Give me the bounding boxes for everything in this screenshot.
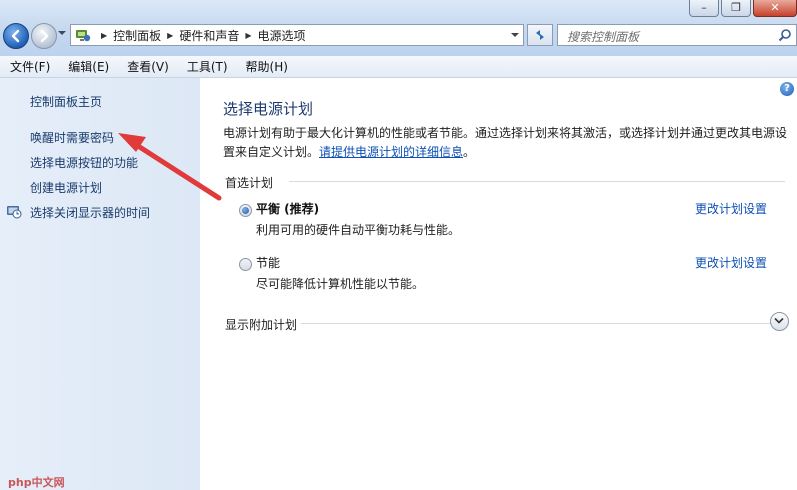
menu-file[interactable]: 文件(F) <box>0 58 58 75</box>
arrow-right-icon <box>40 29 49 43</box>
menu-tools[interactable]: 工具(T) <box>177 58 236 75</box>
address-dropdown[interactable] <box>511 33 519 37</box>
plan-power-saver-description: 尽可能降低计算机性能以节能。 <box>256 277 425 291</box>
breadcrumb-separator[interactable]: ▶ <box>245 31 251 40</box>
chevron-down-icon <box>774 317 784 324</box>
page-description: 电源计划有助于最大化计算机的性能或者节能。通过选择计划来将其激活，或选择计划并通… <box>223 124 793 162</box>
back-button[interactable] <box>3 23 29 49</box>
sidebar-item-display-off-time[interactable]: 选择关闭显示器的时间 <box>30 204 150 221</box>
plan-balanced-change-settings-link[interactable]: 更改计划设置 <box>695 200 767 217</box>
refresh-icon <box>536 30 544 40</box>
menu-help[interactable]: 帮助(H) <box>236 58 296 75</box>
plan-power-saver-change-settings-link[interactable]: 更改计划设置 <box>695 254 767 271</box>
breadcrumb-control-panel[interactable]: 控制面板 <box>113 27 161 44</box>
refresh-button[interactable] <box>527 24 553 46</box>
close-button[interactable]: ✕ <box>753 0 797 17</box>
menu-edit[interactable]: 编辑(E) <box>58 58 117 75</box>
search-box[interactable]: 搜索控制面板 <box>557 24 797 46</box>
search-icon[interactable] <box>778 28 792 42</box>
page-title: 选择电源计划 <box>223 100 314 118</box>
breadcrumb-separator[interactable]: ▶ <box>167 31 173 40</box>
window-controls: – ❐ ✕ <box>687 0 797 18</box>
main-content: ? 选择电源计划 电源计划有助于最大化计算机的性能或者节能。通过选择计划来将其激… <box>201 78 797 490</box>
plan-balanced-name[interactable]: 平衡 (推荐) <box>256 200 319 217</box>
address-bar[interactable]: ▶ 控制面板 ▶ 硬件和声音 ▶ 电源选项 <box>70 24 524 46</box>
help-icon: ? <box>784 83 790 94</box>
menu-view[interactable]: 查看(V) <box>117 58 177 75</box>
divider <box>301 323 771 324</box>
description-text: 电源计划有助于最大化计算机的性能或者节能。通过选择计划来将其激活，或选择计划并通… <box>223 126 788 159</box>
close-icon: ✕ <box>770 1 780 14</box>
arrow-left-icon <box>11 29 20 43</box>
maximize-icon: ❐ <box>731 1 741 14</box>
plan-balanced-radio[interactable] <box>239 204 252 217</box>
plan-power-saver-name[interactable]: 节能 <box>256 254 280 271</box>
search-input[interactable]: 搜索控制面板 <box>567 28 639 45</box>
expand-additional-plans-button[interactable] <box>770 312 789 331</box>
breadcrumb-hardware-sound[interactable]: 硬件和声音 <box>179 27 239 44</box>
forward-button[interactable] <box>31 23 57 49</box>
sidebar-item-create-power-plan[interactable]: 创建电源计划 <box>30 179 102 196</box>
minimize-icon: – <box>701 1 707 14</box>
menu-bar: 文件(F) 编辑(E) 查看(V) 工具(T) 帮助(H) <box>0 56 797 78</box>
plan-details-link[interactable]: 请提供电源计划的详细信息 <box>319 145 463 159</box>
breadcrumb: ▶ 控制面板 ▶ 硬件和声音 ▶ 电源选项 <box>95 25 306 45</box>
breadcrumb-separator: ▶ <box>101 30 108 40</box>
description-end: 。 <box>463 145 476 159</box>
plan-power-saver-radio[interactable] <box>239 258 252 271</box>
task-pane: 控制面板主页 唤醒时需要密码 选择电源按钮的功能 创建电源计划 选择关闭显示器的… <box>0 78 200 490</box>
divider <box>289 181 785 182</box>
watermark: php中文网 <box>8 476 65 489</box>
recent-pages-dropdown[interactable] <box>58 31 66 35</box>
clock-monitor-icon <box>7 206 22 219</box>
sidebar-item-require-password-on-wake[interactable]: 唤醒时需要密码 <box>30 129 114 146</box>
control-panel-icon <box>76 30 91 42</box>
help-button[interactable]: ? <box>780 82 794 96</box>
minimize-button[interactable]: – <box>689 0 719 17</box>
maximize-button[interactable]: ❐ <box>721 0 751 17</box>
breadcrumb-power-options[interactable]: 电源选项 <box>258 27 306 44</box>
sidebar-item-power-button-function[interactable]: 选择电源按钮的功能 <box>30 154 138 171</box>
title-bar: – ❐ ✕ ▶ 控制面板 ▶ 硬件和声音 ▶ 电源选项 搜索控制面板 <box>0 0 797 56</box>
show-additional-plans-label[interactable]: 显示附加计划 <box>225 316 297 333</box>
sidebar-item-control-panel-home[interactable]: 控制面板主页 <box>30 93 102 110</box>
plan-balanced-description: 利用可用的硬件自动平衡功耗与性能。 <box>256 223 461 237</box>
preferred-plans-label: 首选计划 <box>225 176 274 190</box>
